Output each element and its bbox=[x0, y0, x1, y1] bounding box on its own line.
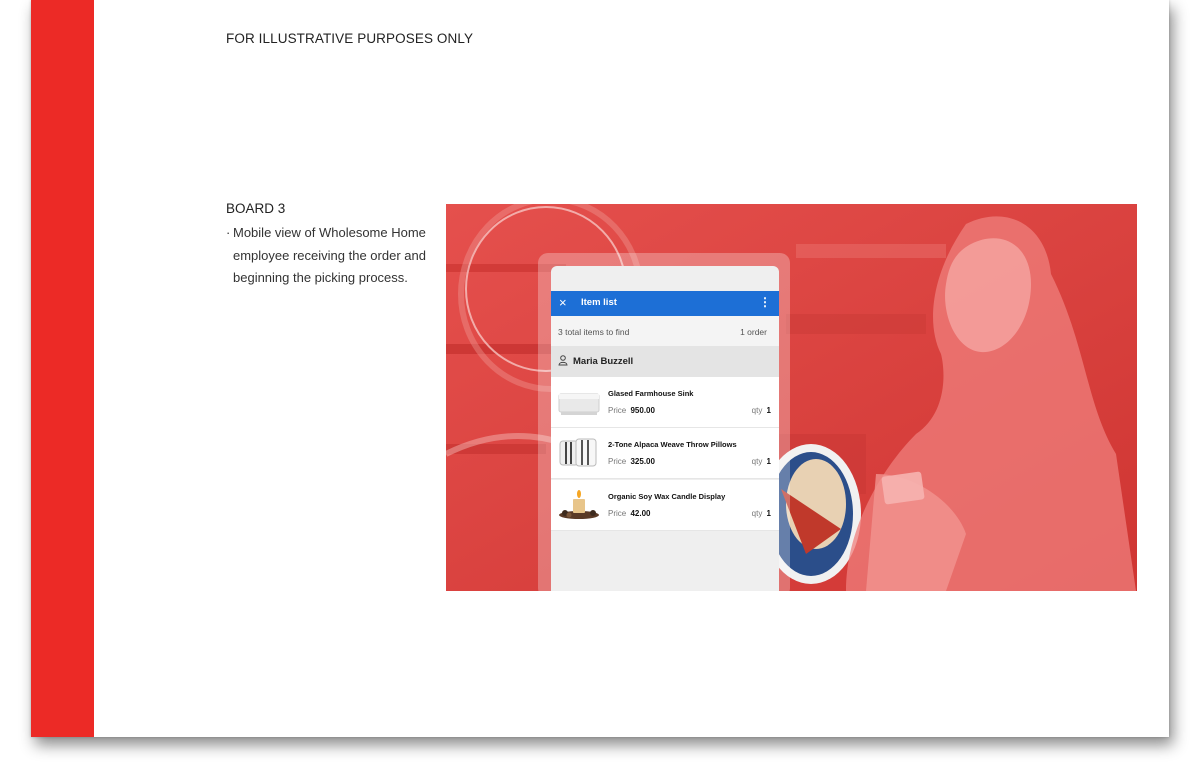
list-item[interactable]: 2-Tone Alpaca Weave Throw Pillows Price … bbox=[551, 428, 779, 479]
customer-row[interactable]: Maria Buzzell bbox=[551, 346, 779, 377]
items-count-text: 3 total items to find bbox=[558, 327, 630, 337]
candle-image bbox=[559, 490, 599, 519]
item-name: 2-Tone Alpaca Weave Throw Pillows bbox=[608, 440, 737, 449]
qty-value: 1 bbox=[766, 457, 771, 466]
board-title: BOARD 3 bbox=[226, 201, 286, 216]
order-count-text: 1 order bbox=[740, 327, 767, 337]
slide: FOR ILLUSTRATIVE PURPOSES ONLY BOARD 3 ·… bbox=[31, 0, 1169, 737]
customer-name: Maria Buzzell bbox=[573, 356, 634, 367]
pillows-image bbox=[559, 438, 597, 467]
order-summary: 3 total items to find 1 order bbox=[551, 316, 779, 346]
sink-image bbox=[558, 393, 600, 415]
bullet-marker: · bbox=[226, 225, 231, 240]
disclaimer-text: FOR ILLUSTRATIVE PURPOSES ONLY bbox=[226, 31, 474, 46]
price-label: Price bbox=[608, 457, 627, 466]
more-options-icon[interactable]: ⋮ bbox=[759, 295, 771, 309]
price-label: Price bbox=[608, 406, 627, 415]
price-value: 325.00 bbox=[630, 457, 655, 466]
close-icon[interactable]: × bbox=[559, 295, 567, 310]
item-price: Price 950.00 bbox=[608, 406, 655, 415]
qty-value: 1 bbox=[766, 406, 771, 415]
price-label: Price bbox=[608, 509, 627, 518]
hero-image: × Item list ⋮ 3 total items to find 1 or… bbox=[446, 204, 1137, 591]
qty-label: qty bbox=[751, 509, 763, 518]
item-qty: qty 1 bbox=[752, 406, 771, 415]
list-item[interactable]: Organic Soy Wax Candle Display Price 42.… bbox=[551, 480, 779, 531]
board-description: · Mobile view of Wholesome Home employee … bbox=[226, 222, 443, 290]
item-name: Glased Farmhouse Sink bbox=[608, 389, 694, 398]
item-price: Price 42.00 bbox=[608, 509, 651, 518]
mobile-screen: × Item list ⋮ 3 total items to find 1 or… bbox=[551, 266, 779, 591]
price-value: 950.00 bbox=[630, 406, 655, 415]
item-name: Organic Soy Wax Candle Display bbox=[608, 492, 726, 501]
app-bar: × Item list ⋮ bbox=[551, 291, 779, 316]
user-icon bbox=[558, 355, 568, 366]
app-bar-title: Item list bbox=[581, 297, 617, 308]
price-value: 42.00 bbox=[630, 509, 651, 518]
item-qty: qty 1 bbox=[752, 509, 771, 518]
list-item[interactable]: Glased Farmhouse Sink Price 950.00 qty 1 bbox=[551, 377, 779, 428]
red-side-bar bbox=[31, 0, 94, 737]
qty-value: 1 bbox=[766, 509, 771, 518]
item-price: Price 325.00 bbox=[608, 457, 655, 466]
qty-label: qty bbox=[751, 457, 763, 466]
qty-label: qty bbox=[751, 406, 763, 415]
item-qty: qty 1 bbox=[752, 457, 771, 466]
board-description-text: Mobile view of Wholesome Home employee r… bbox=[233, 225, 426, 285]
